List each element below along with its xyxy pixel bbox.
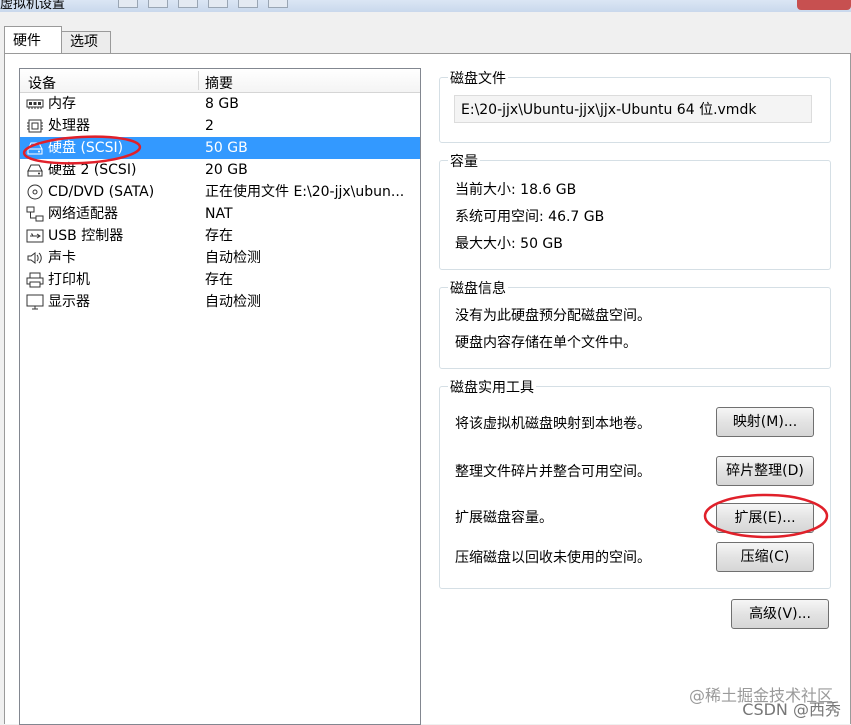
usb-icon	[26, 228, 44, 244]
toolbar-icon[interactable]	[118, 0, 138, 8]
defragment-button[interactable]: 碎片整理(D)	[716, 456, 814, 486]
device-summary: 存在	[205, 228, 233, 244]
tab-hardware[interactable]: 硬件	[4, 26, 62, 53]
disk-file-legend: 磁盘文件	[448, 68, 508, 88]
expand-description: 扩展磁盘容量。	[455, 510, 553, 526]
disk-file-path-field[interactable]: E:\20-jjx\Ubuntu-jjx\jjx-Ubuntu 64 位.vmd…	[454, 95, 812, 123]
capacity-legend: 容量	[448, 151, 480, 171]
column-divider[interactable]	[198, 71, 199, 90]
device-row[interactable]: 处理器 2	[20, 115, 420, 137]
device-name: 内存	[48, 96, 76, 112]
device-summary: 50 GB	[205, 140, 248, 156]
toolbar-icon[interactable]	[268, 0, 288, 8]
device-name: 硬盘 (SCSI)	[48, 140, 124, 156]
available-space-text: 系统可用空间: 46.7 GB	[455, 209, 605, 225]
map-description: 将该虚拟机磁盘映射到本地卷。	[455, 416, 651, 432]
device-row[interactable]: 内存 8 GB	[20, 93, 420, 115]
tab-options[interactable]: 选项	[61, 31, 111, 53]
max-size-text: 最大大小: 50 GB	[455, 236, 563, 252]
device-row[interactable]: 打印机 存在	[20, 269, 420, 291]
device-name: 硬盘 2 (SCSI)	[48, 162, 137, 178]
preallocation-text: 没有为此硬盘预分配磁盘空间。	[455, 308, 651, 324]
toolbar-icon[interactable]	[148, 0, 168, 8]
harddisk-icon	[26, 162, 44, 178]
compact-button[interactable]: 压缩(C)	[716, 542, 814, 572]
device-name: 网络适配器	[48, 206, 118, 222]
device-list[interactable]: 设备 摘要 内存 8 GB 处理器 2 硬盘 (SCSI) 50 GB 硬盘 2 (SCSI…	[19, 68, 421, 725]
toolbar-icons	[118, 0, 288, 8]
disk-file-group: 磁盘文件 E:\20-jjx\Ubuntu-jjx\jjx-Ubuntu 64 …	[439, 68, 831, 143]
toolbar-icon[interactable]	[238, 0, 258, 8]
watermark-csdn: CSDN @西秀	[742, 700, 841, 719]
expand-button[interactable]: 扩展(E)...	[716, 503, 814, 533]
memory-icon	[26, 96, 44, 112]
storage-text: 硬盘内容存储在单个文件中。	[455, 335, 637, 351]
device-name: 打印机	[48, 272, 90, 288]
device-summary: 自动检测	[205, 250, 261, 266]
window-title: 虚拟机设置	[0, 0, 66, 12]
device-name: CD/DVD (SATA)	[48, 184, 155, 200]
device-summary: 正在使用文件 E:\20-jjx\ubun...	[205, 184, 405, 200]
close-button[interactable]	[797, 0, 851, 10]
cd-dvd-icon	[26, 184, 44, 200]
device-name: 声卡	[48, 250, 76, 266]
compact-description: 压缩磁盘以回收未使用的空间。	[455, 550, 651, 566]
column-header-summary[interactable]: 摘要	[205, 73, 233, 93]
defrag-description: 整理文件碎片并整合可用空间。	[455, 464, 651, 480]
device-summary: 20 GB	[205, 162, 248, 178]
device-row[interactable]: 硬盘 2 (SCSI) 20 GB	[20, 159, 420, 181]
device-row[interactable]: 声卡 自动检测	[20, 247, 420, 269]
device-row[interactable]: 显示器 自动检测	[20, 291, 420, 313]
advanced-button[interactable]: 高级(V)...	[731, 599, 829, 629]
disk-info-legend: 磁盘信息	[448, 278, 508, 298]
processor-icon	[26, 118, 44, 134]
device-summary: 存在	[205, 272, 233, 288]
device-list-header: 设备 摘要	[20, 69, 420, 93]
title-bar: 虚拟机设置	[0, 0, 851, 12]
printer-icon	[26, 272, 44, 288]
sound-icon	[26, 250, 44, 266]
display-icon	[26, 294, 44, 310]
disk-tools-legend: 磁盘实用工具	[448, 377, 536, 397]
device-name: 显示器	[48, 294, 90, 310]
current-size-text: 当前大小: 18.6 GB	[455, 182, 577, 198]
device-summary: 自动检测	[205, 294, 261, 310]
device-summary: 8 GB	[205, 96, 239, 112]
harddisk-icon	[26, 140, 44, 156]
device-name: 处理器	[48, 118, 90, 134]
disk-tools-group: 磁盘实用工具 将该虚拟机磁盘映射到本地卷。 映射(M)... 整理文件碎片并整合…	[439, 377, 831, 589]
capacity-group: 容量 当前大小: 18.6 GB 系统可用空间: 46.7 GB 最大大小: 5…	[439, 151, 831, 270]
device-summary: 2	[205, 118, 214, 134]
device-name: USB 控制器	[48, 228, 124, 244]
device-row[interactable]: 硬盘 (SCSI) 50 GB	[20, 137, 420, 159]
network-icon	[26, 206, 44, 222]
device-row[interactable]: CD/DVD (SATA) 正在使用文件 E:\20-jjx\ubun...	[20, 181, 420, 203]
disk-info-group: 磁盘信息 没有为此硬盘预分配磁盘空间。 硬盘内容存储在单个文件中。	[439, 278, 831, 369]
map-button[interactable]: 映射(M)...	[716, 407, 814, 437]
column-header-device[interactable]: 设备	[28, 73, 56, 93]
device-summary: NAT	[205, 206, 233, 222]
toolbar-icon[interactable]	[208, 0, 228, 8]
device-row[interactable]: 网络适配器 NAT	[20, 203, 420, 225]
device-row[interactable]: USB 控制器 存在	[20, 225, 420, 247]
toolbar-icon[interactable]	[178, 0, 198, 8]
